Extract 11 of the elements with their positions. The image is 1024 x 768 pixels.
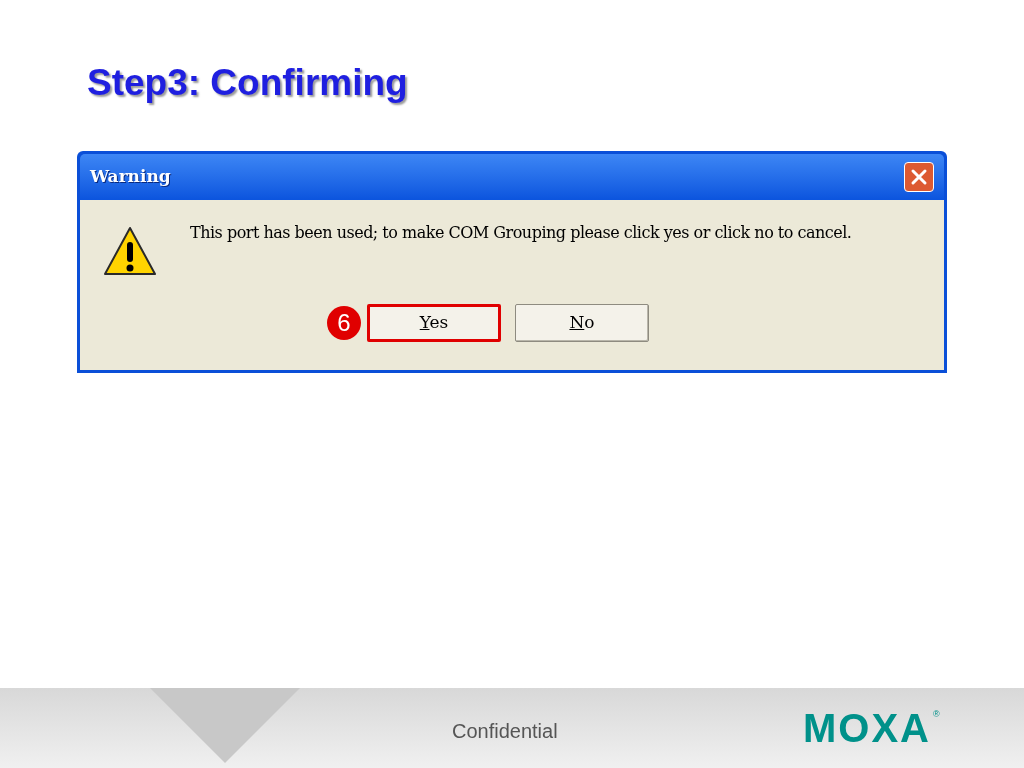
- slide-title: Step3: Confirming: [87, 64, 408, 101]
- step-number-badge: 6: [327, 306, 361, 340]
- warning-message: This port has been used; to make COM Grouping please click yes or click no to cancel.: [190, 222, 852, 244]
- footer-text: Confidential: [452, 719, 558, 744]
- close-button[interactable]: [904, 162, 934, 192]
- registered-mark: ®: [933, 708, 940, 721]
- close-icon: [910, 168, 928, 186]
- logo: MOXA: [803, 708, 931, 748]
- yes-button[interactable]: Yes: [367, 304, 501, 342]
- no-button[interactable]: No: [515, 304, 649, 342]
- window-title: Warning: [90, 165, 171, 189]
